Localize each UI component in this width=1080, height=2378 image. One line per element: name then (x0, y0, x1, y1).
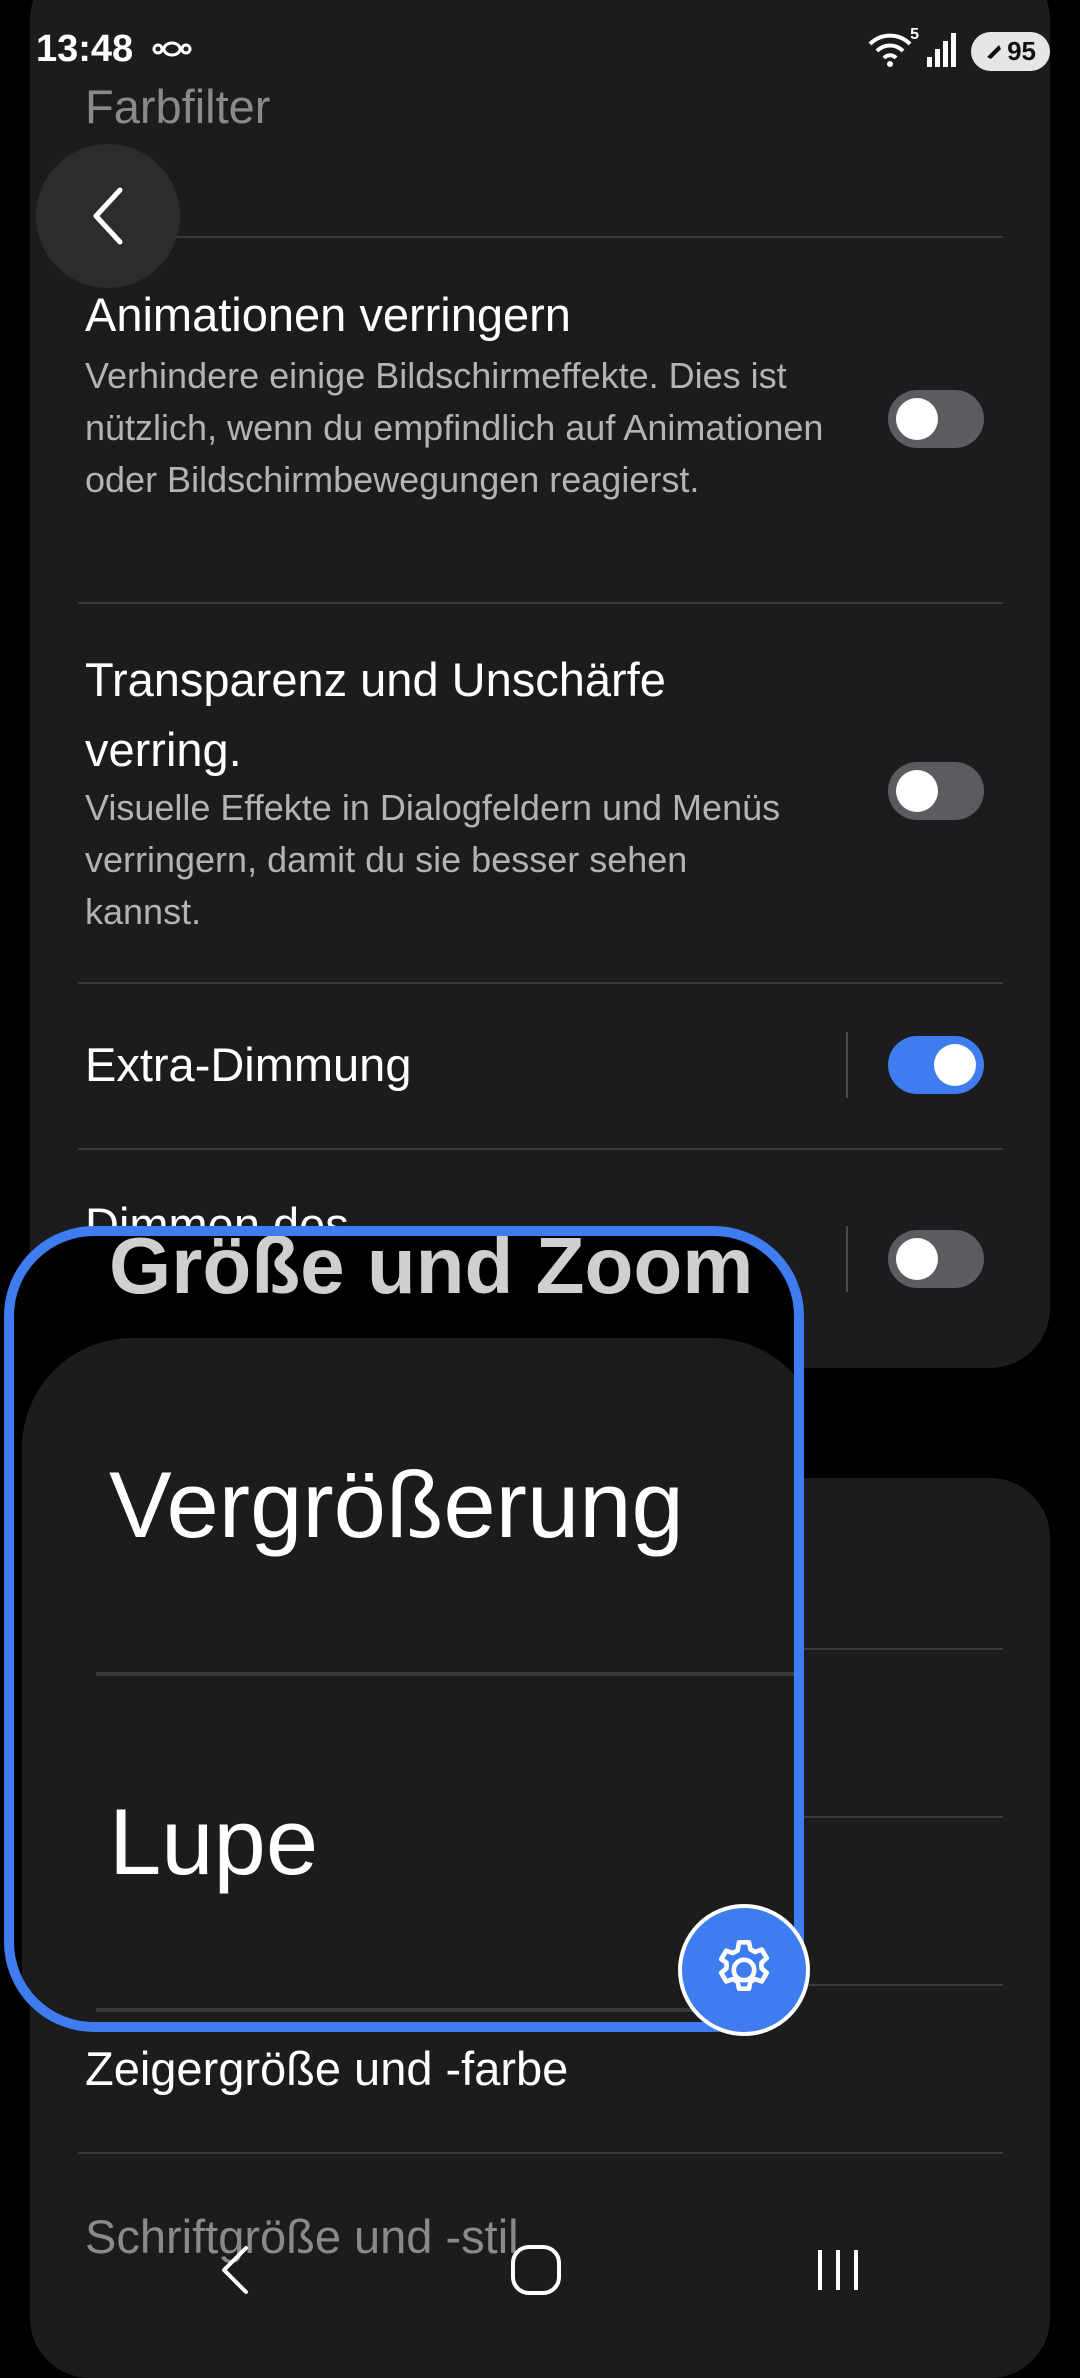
vertical-separator (846, 1226, 848, 1292)
nav-home-button[interactable] (506, 2240, 566, 2305)
magnifier-settings-button[interactable] (678, 1904, 810, 2036)
battery-indicator: 95 (971, 32, 1050, 71)
magnified-divider (96, 1672, 794, 1676)
toggle-knob (934, 1044, 976, 1086)
divider (78, 1148, 1003, 1150)
nav-recents-icon (818, 2250, 858, 2290)
status-time: 13:48 (36, 28, 134, 70)
nav-back-button[interactable] (210, 2240, 260, 2305)
signal-icon (925, 31, 959, 72)
navigation-bar (0, 2220, 1080, 2320)
animationen-title: Animationen verringern (85, 288, 571, 341)
wifi-badge: 5 (910, 26, 920, 43)
battery-level: 95 (1007, 36, 1036, 66)
divider (78, 236, 1003, 238)
nav-back-icon (222, 2246, 248, 2294)
divider (78, 2152, 1003, 2154)
battery-saver-icon (987, 44, 1002, 59)
back-button[interactable] (36, 144, 180, 288)
extra-dimmung-title[interactable]: Extra-Dimmung (85, 1030, 411, 1100)
nav-home-icon (511, 2245, 561, 2295)
status-bar: 13:48 5 95 (0, 0, 1080, 100)
dimmen-toggle[interactable] (888, 1230, 984, 1288)
divider (78, 602, 1003, 604)
toggle-knob (896, 398, 938, 440)
toggle-knob (896, 770, 938, 812)
magnified-section-header: Größe und Zoom (109, 1226, 754, 1310)
gear-icon (718, 1939, 770, 1991)
wifi-icon: 5 (867, 26, 919, 73)
magnified-card (22, 1338, 794, 2022)
link-icon (152, 38, 192, 65)
divider (78, 982, 1003, 984)
extra-dimmung-toggle[interactable] (888, 1036, 984, 1094)
nav-recents-button[interactable] (808, 2240, 868, 2305)
chevron-left-icon (93, 187, 123, 245)
zeiger-item[interactable]: Zeigergröße und -farbe (85, 2034, 568, 2104)
vertical-separator (846, 1032, 848, 1098)
magnified-vergroesserung[interactable]: Vergrößerung (109, 1451, 684, 1559)
animationen-desc: Verhindere einige Bildschirmeffekte. Die… (85, 355, 824, 500)
magnified-lupe[interactable]: Lupe (109, 1788, 318, 1896)
toggle-knob (896, 1238, 938, 1280)
transparenz-desc: Visuelle Effekte in Dialogfeldern und Me… (85, 787, 781, 932)
magnifier-window[interactable]: Größe und Zoom Vergrößerung Lupe (4, 1226, 804, 2032)
animationen-toggle[interactable] (888, 390, 984, 448)
transparenz-toggle[interactable] (888, 762, 984, 820)
transparenz-title: Transparenz und Unschärfe verring. (85, 653, 666, 776)
status-icons: 5 95 (867, 26, 1050, 73)
